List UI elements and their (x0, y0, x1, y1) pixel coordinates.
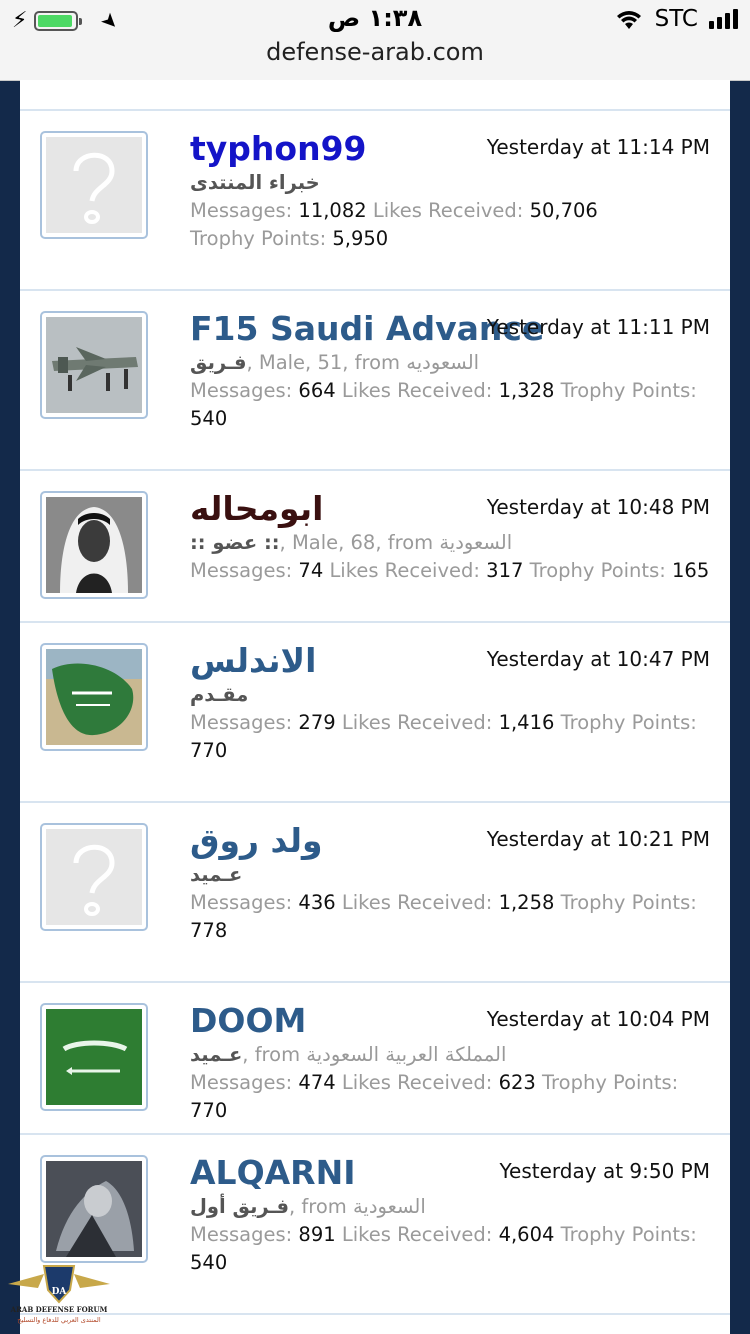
svg-text:DA: DA (52, 1287, 68, 1297)
signal-icon (706, 9, 738, 29)
logo-text-ar: المنتدى العربي للدفاع والتسليح (17, 1316, 101, 1324)
last-seen-time: Yesterday at 10:47 PM (486, 647, 710, 671)
user-meta: , from المملكة العربية السعودية (242, 1043, 507, 1066)
list-item (20, 80, 730, 111)
wifi-icon (616, 11, 641, 29)
user-stats: Messages: 474 Likes Received: 623 Trophy… (190, 1071, 679, 1122)
list-item: Yesterday at 11:14 PM typhon99 خبراء الم… (20, 111, 730, 291)
user-trophy: 540 (190, 1251, 228, 1274)
user-stats: Messages: 74 Likes Received: 317 Trophy … (190, 559, 710, 582)
list-item: Yesterday at 10:47 PM الاندلس مقـدم Mess… (20, 623, 730, 803)
last-seen-time: Yesterday at 11:14 PM (486, 135, 710, 159)
last-seen-time: Yesterday at 10:48 PM (486, 495, 710, 519)
user-title: فـريق (190, 351, 247, 374)
user-meta: , Male, 68, from السعودية (279, 531, 513, 554)
last-seen-time: Yesterday at 11:11 PM (486, 315, 710, 339)
user-meta: , Male, 51, from السعوديه (246, 351, 480, 374)
member-list: Yesterday at 11:14 PM typhon99 خبراء الم… (20, 80, 730, 1334)
user-title: مقـدم (190, 683, 249, 706)
status-bar: ⚡ ➤ ١:٣٨ ص STC defense-arab.com (0, 0, 750, 81)
default-avatar-icon (46, 829, 142, 925)
user-stats: Messages: 891 Likes Received: 4,604 Trop… (190, 1223, 697, 1246)
user-stats: Messages: 11,082 Likes Received: 50,706 (190, 199, 598, 222)
avatar[interactable] (40, 131, 148, 239)
warrior-image (46, 1161, 142, 1257)
user-title: عـميد (190, 863, 243, 886)
user-trophy: Trophy Points: 5,950 (190, 227, 389, 250)
default-avatar-icon (46, 137, 142, 233)
portrait-image (46, 497, 142, 593)
list-item: Yesterday at 10:04 PM DOOM عـميد, from ا… (20, 983, 730, 1135)
last-seen-time: Yesterday at 10:04 PM (486, 1007, 710, 1031)
forum-logo: DA ARAB DEFENSE FORUM المنتدى العربي للد… (8, 1265, 110, 1324)
user-title: فـريق أول (190, 1195, 289, 1218)
avatar[interactable] (40, 823, 148, 931)
last-seen-time: Yesterday at 10:21 PM (486, 827, 710, 851)
user-trophy: 770 (190, 739, 228, 762)
user-stats: Messages: 279 Likes Received: 1,416 Trop… (190, 711, 697, 734)
user-title: خبراء المنتدى (190, 171, 320, 194)
user-trophy: 778 (190, 919, 228, 942)
address-bar[interactable]: defense-arab.com (0, 38, 750, 66)
avatar[interactable] (40, 1003, 148, 1111)
saudi-flag-image (46, 1009, 142, 1105)
avatar[interactable] (40, 491, 148, 599)
avatar[interactable] (40, 1155, 148, 1263)
list-item: Yesterday at 10:48 PM ابومحاله :: عضو ::… (20, 471, 730, 623)
last-seen-time: Yesterday at 9:50 PM (499, 1159, 711, 1183)
user-stats: Messages: 436 Likes Received: 1,258 Trop… (190, 891, 697, 914)
logo-text: ARAB DEFENSE FORUM (10, 1305, 108, 1314)
user-meta: , from السعودية (288, 1195, 426, 1218)
carrier-label: STC (654, 6, 698, 32)
list-item: Yesterday at 10:21 PM ولد روق عـميد Mess… (20, 803, 730, 983)
list-item: Yesterday at 9:50 PM ALQARNI فـريق أول, … (20, 1135, 730, 1315)
user-stats: Messages: 664 Likes Received: 1,328 Trop… (190, 379, 697, 430)
saudi-map-image (46, 649, 142, 745)
user-title: عـميد (190, 1043, 243, 1066)
list-item: Yesterday at 11:11 PM F15 Saudi Advance … (20, 291, 730, 471)
user-title: :: عضو :: (190, 531, 280, 554)
fighter-jet-image (46, 317, 142, 413)
avatar[interactable] (40, 643, 148, 751)
avatar[interactable] (40, 311, 148, 419)
